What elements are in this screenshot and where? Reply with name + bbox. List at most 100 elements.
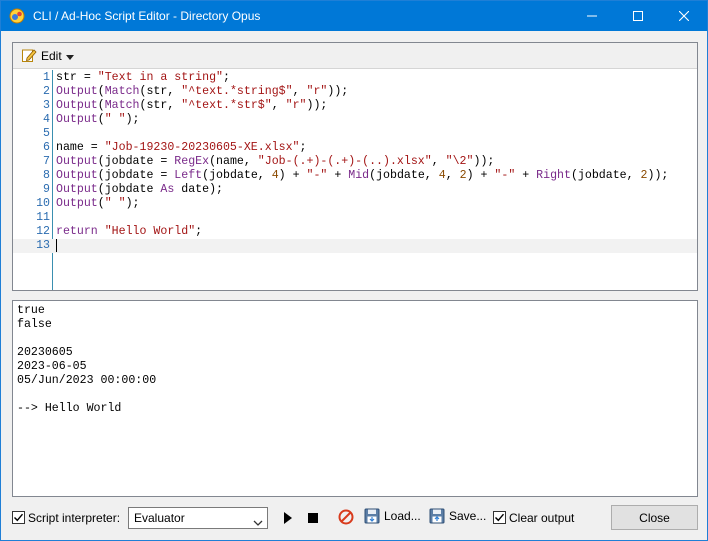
code-token: "\2" — [445, 155, 474, 168]
line-number: 13 — [36, 239, 50, 252]
clear-button[interactable] — [337, 508, 355, 526]
code-editor[interactable]: 1 str = "Text in a string"; 2 Output(Match(… — [13, 70, 697, 290]
code-text: Output(jobdate As date); — [56, 183, 223, 197]
code-token: ( — [97, 197, 105, 210]
edit-menu-button[interactable]: Edit — [17, 46, 78, 66]
output-line: false — [17, 318, 52, 331]
chevron-down-icon — [65, 49, 74, 63]
code-token: Left — [174, 169, 203, 182]
line-number: 9 — [43, 183, 50, 196]
code-token: name = — [56, 141, 105, 154]
code-token: Mid — [348, 169, 370, 182]
close-window-button[interactable] — [661, 1, 707, 31]
code-token: Match — [104, 99, 140, 112]
code-token: ); — [125, 197, 140, 210]
interpreter-value: Evaluator — [134, 511, 185, 525]
code-line: 8 Output(jobdate = Left(jobdate, 4) + "-"… — [13, 169, 697, 183]
output-line: true — [17, 304, 45, 317]
line-number: 11 — [36, 211, 50, 224]
code-line: 1 str = "Text in a string"; — [13, 71, 697, 85]
code-text: Output(" "); — [56, 113, 140, 127]
code-token: 4 — [438, 169, 446, 182]
code-token: (str, — [139, 85, 182, 98]
line-number: 4 — [43, 113, 50, 126]
code-token: (str, — [139, 99, 182, 112]
code-token: Output — [56, 197, 98, 210]
code-line: 10 Output(" "); — [13, 197, 697, 211]
maximize-button[interactable] — [615, 1, 661, 31]
code-text — [56, 239, 57, 255]
line-number: 5 — [43, 127, 50, 140]
text-caret — [56, 239, 57, 252]
code-token: )); — [306, 99, 328, 112]
code-token: ( — [97, 85, 105, 98]
code-token: As — [160, 183, 175, 196]
code-token: )); — [473, 155, 495, 168]
run-button[interactable] — [279, 509, 297, 527]
minimize-icon — [587, 15, 597, 17]
title-bar[interactable]: CLI / Ad-Hoc Script Editor - Directory O… — [1, 1, 707, 31]
code-token: (jobdate, — [570, 169, 641, 182]
line-number: 1 — [43, 71, 50, 84]
close-icon — [679, 11, 689, 21]
clear-output-checkbox[interactable] — [493, 511, 506, 524]
code-text: Output(Match(str, "^text.*str$", "r")); — [56, 99, 327, 113]
code-line: 5 — [13, 127, 697, 141]
code-token: + — [327, 169, 349, 182]
code-text: Output(" "); — [56, 197, 140, 211]
script-editor-window: CLI / Ad-Hoc Script Editor - Directory O… — [0, 0, 708, 541]
edit-menu-label: Edit — [41, 49, 62, 63]
line-number: 10 — [36, 197, 50, 210]
line-number: 7 — [43, 155, 50, 168]
script-editor: Edit 1 str = "Text in a string"; 2 Output(M… — [12, 42, 698, 291]
script-interpreter-checkbox[interactable] — [12, 511, 25, 524]
code-token: "Job-19230-20230605-XE.xlsx" — [104, 141, 300, 154]
editor-toolbar: Edit — [13, 43, 697, 69]
code-token: "^text.*str$" — [181, 99, 272, 112]
code-token: "-" — [306, 169, 328, 182]
window-title: CLI / Ad-Hoc Script Editor - Directory O… — [33, 9, 261, 23]
code-token: ( — [97, 113, 105, 126]
code-line: 13 — [13, 239, 697, 253]
checkmark-icon — [14, 513, 24, 522]
save-button[interactable]: Save... — [429, 508, 486, 524]
code-token: " " — [104, 197, 126, 210]
stop-button[interactable] — [304, 509, 322, 527]
bottom-bar: Script interpreter: Evaluator Load... Sa… — [1, 501, 707, 541]
code-token: ( — [97, 99, 105, 112]
output-panel[interactable]: true false 20230605 2023-06-05 05/Jun/2023 0… — [12, 300, 698, 497]
code-token: "-" — [494, 169, 516, 182]
code-line: 12 return "Hello World"; — [13, 225, 697, 239]
code-text: Output(jobdate = RegEx(name, "Job-(.+)-(… — [56, 155, 494, 169]
code-token: )); — [647, 169, 669, 182]
code-token: , — [271, 99, 286, 112]
code-text: return "Hello World"; — [56, 225, 202, 239]
code-line: 2 Output(Match(str, "^text.*string$", "r"… — [13, 85, 697, 99]
no-entry-icon — [338, 509, 354, 525]
output-line: --> Hello World — [17, 402, 122, 415]
code-token: ) + — [466, 169, 495, 182]
code-token: "Hello World" — [104, 225, 196, 238]
code-line: 7 Output(jobdate = RegEx(name, "Job-(.+)-… — [13, 155, 697, 169]
code-token: ) + — [278, 169, 307, 182]
close-button-label: Close — [639, 510, 670, 525]
minimize-button[interactable] — [569, 1, 615, 31]
code-token: (jobdate = — [97, 155, 175, 168]
output-line: 2023-06-05 — [17, 360, 87, 373]
interpreter-select[interactable]: Evaluator — [128, 507, 268, 529]
load-floppy-icon — [364, 508, 380, 524]
code-token: ); — [125, 113, 140, 126]
load-button[interactable]: Load... — [364, 508, 421, 524]
load-label: Load... — [384, 509, 421, 523]
code-line: 3 Output(Match(str, "^text.*str$", "r")); — [13, 99, 697, 113]
code-token: ; — [299, 141, 307, 154]
code-token: Output — [56, 85, 98, 98]
code-token: "^text.*string$" — [181, 85, 293, 98]
code-token: Output — [56, 183, 98, 196]
save-floppy-icon — [429, 508, 445, 524]
code-token: "r" — [306, 85, 328, 98]
code-token: return — [56, 225, 98, 238]
close-button[interactable]: Close — [611, 505, 698, 530]
code-token: 2 — [640, 169, 648, 182]
